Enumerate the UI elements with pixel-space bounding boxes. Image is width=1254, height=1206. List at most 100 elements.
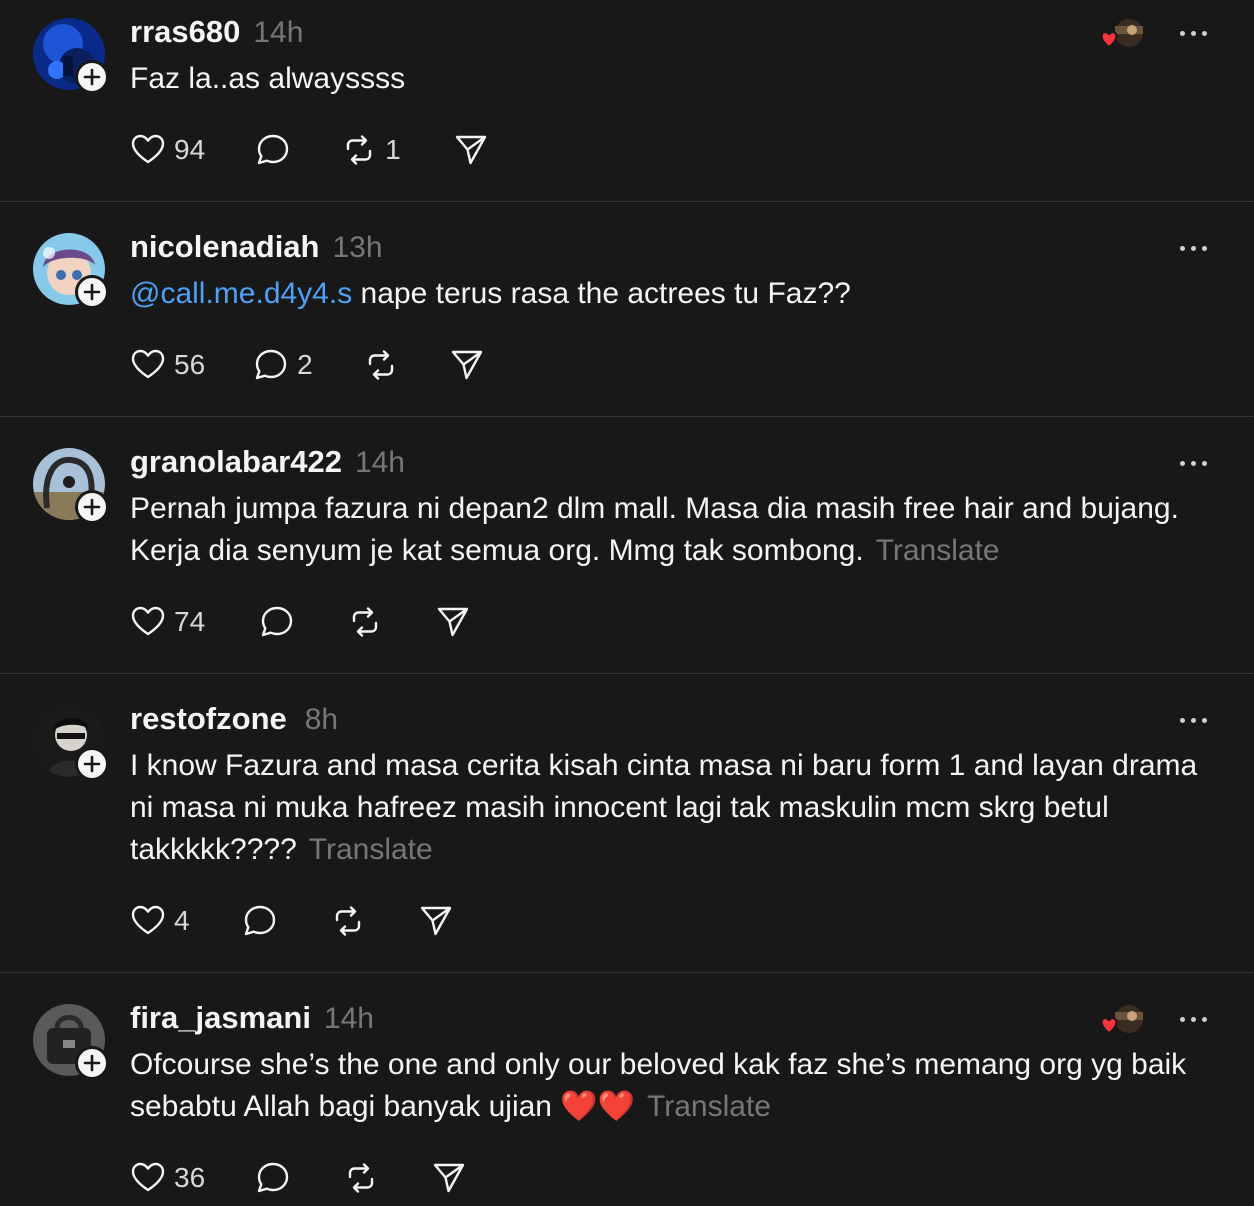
post-text: @call.me.d4y4.s nape terus rasa the actr… xyxy=(130,277,851,310)
repost-button[interactable] xyxy=(343,1160,379,1196)
reply-button[interactable]: 2 xyxy=(253,347,313,383)
reply-post[interactable]: rras680 14h Faz la..as alwayssss 94 1 xyxy=(0,0,1254,200)
translate-link[interactable]: Translate xyxy=(876,534,1000,567)
divider xyxy=(0,201,1254,202)
avatar-container[interactable] xyxy=(33,18,109,94)
send-icon xyxy=(455,135,486,165)
username[interactable]: restofzone xyxy=(130,701,287,737)
send-icon xyxy=(437,607,469,637)
translate-link[interactable]: Translate xyxy=(647,1090,771,1123)
heart-icon xyxy=(131,134,165,164)
comment-icon xyxy=(257,134,289,165)
like-button[interactable]: 56 xyxy=(130,347,205,383)
timestamp[interactable]: 13h xyxy=(332,231,382,265)
action-bar: 74 xyxy=(130,602,471,642)
comment-icon xyxy=(244,905,275,936)
repost-icon xyxy=(368,350,393,380)
action-bar: 94 1 xyxy=(130,130,489,170)
divider xyxy=(0,673,1254,674)
divider xyxy=(0,972,1254,973)
action-bar: 56 2 xyxy=(130,345,485,385)
comment-icon xyxy=(261,606,293,637)
post-header: rras680 14h xyxy=(130,14,303,54)
post-header: nicolenadiah 13h xyxy=(130,229,383,269)
share-button[interactable] xyxy=(435,604,471,640)
send-icon xyxy=(433,1163,465,1193)
heart-icon xyxy=(131,905,165,935)
more-options-icon[interactable] xyxy=(1180,30,1208,38)
post-text: Ofcourse she’s the one and only our belo… xyxy=(130,1048,1187,1123)
timestamp[interactable]: 14h xyxy=(355,446,405,480)
repost-icon xyxy=(352,607,378,637)
follow-plus-button[interactable] xyxy=(75,275,109,309)
more-options-icon[interactable] xyxy=(1180,460,1208,468)
post-text: I know Fazura and masa cerita kisah cint… xyxy=(130,749,1198,866)
avatar-container[interactable] xyxy=(33,705,109,781)
avatar-container[interactable] xyxy=(33,448,109,524)
repost-icon xyxy=(348,1163,374,1193)
author-liked-indicator xyxy=(1098,1002,1146,1036)
comment-icon xyxy=(255,349,287,380)
share-button[interactable] xyxy=(418,903,454,939)
repost-count: 1 xyxy=(385,134,401,165)
like-button[interactable]: 94 xyxy=(130,132,205,168)
username[interactable]: granolabar422 xyxy=(130,444,342,480)
reply-post[interactable]: restofzone 8h I know Fazura and masa cer… xyxy=(0,687,1254,971)
author-liked-indicator xyxy=(1098,16,1146,50)
like-button[interactable]: 74 xyxy=(130,604,205,640)
more-options-icon[interactable] xyxy=(1180,245,1208,253)
reply-post[interactable]: fira_jasmani 14h Ofcourse she’s the one … xyxy=(0,986,1254,1206)
follow-plus-button[interactable] xyxy=(75,60,109,94)
share-button[interactable] xyxy=(449,347,485,383)
follow-plus-button[interactable] xyxy=(75,1046,109,1080)
timestamp[interactable]: 14h xyxy=(253,16,303,50)
plus-icon xyxy=(83,498,101,516)
repost-button[interactable] xyxy=(347,604,383,640)
send-icon xyxy=(451,350,482,380)
repost-icon xyxy=(335,906,360,936)
plus-icon xyxy=(83,1054,101,1072)
share-button[interactable] xyxy=(453,132,489,168)
like-button[interactable]: 36 xyxy=(130,1160,205,1196)
mention-link[interactable]: @call.me.d4y4.s xyxy=(130,277,352,310)
plus-icon xyxy=(83,283,101,301)
like-count: 74 xyxy=(174,606,206,637)
plus-icon xyxy=(83,755,101,773)
repost-button[interactable]: 1 xyxy=(341,132,401,168)
reply-button[interactable] xyxy=(255,132,291,168)
comment-icon xyxy=(257,1162,289,1193)
reply-post[interactable]: granolabar422 14h Pernah jumpa fazura ni… xyxy=(0,430,1254,672)
send-icon xyxy=(420,906,451,936)
heart-icon xyxy=(131,349,165,379)
reply-button[interactable] xyxy=(259,604,295,640)
timestamp[interactable]: 8h xyxy=(305,703,338,737)
more-options-icon[interactable] xyxy=(1180,1016,1208,1024)
more-options-icon[interactable] xyxy=(1180,717,1208,725)
timestamp[interactable]: 14h xyxy=(324,1002,374,1036)
avatar-container[interactable] xyxy=(33,1004,109,1080)
share-button[interactable] xyxy=(431,1160,467,1196)
divider xyxy=(0,416,1254,417)
post-header: restofzone 8h xyxy=(130,701,338,741)
username[interactable]: fira_jasmani xyxy=(130,1000,311,1036)
repost-button[interactable] xyxy=(330,903,366,939)
heart-icon xyxy=(131,1162,165,1192)
repost-button[interactable] xyxy=(363,347,399,383)
follow-plus-button[interactable] xyxy=(75,490,109,524)
post-text: Faz la..as alwayssss xyxy=(130,62,406,95)
reply-button[interactable] xyxy=(255,1160,291,1196)
like-button[interactable]: 4 xyxy=(130,903,190,939)
username[interactable]: rras680 xyxy=(130,14,240,50)
post-text: Pernah jumpa fazura ni depan2 dlm mall. … xyxy=(130,492,1179,567)
post-header: fira_jasmani 14h xyxy=(130,1000,374,1040)
action-bar: 4 xyxy=(130,901,454,941)
reply-button[interactable] xyxy=(242,903,278,939)
action-bar: 36 xyxy=(130,1158,467,1198)
translate-link[interactable]: Translate xyxy=(309,833,433,866)
like-count: 56 xyxy=(174,349,206,380)
reply-post[interactable]: nicolenadiah 13h @call.me.d4y4.s nape te… xyxy=(0,215,1254,415)
avatar-container[interactable] xyxy=(33,233,109,309)
follow-plus-button[interactable] xyxy=(75,747,109,781)
username[interactable]: nicolenadiah xyxy=(130,229,319,265)
reply-count: 2 xyxy=(297,349,313,380)
